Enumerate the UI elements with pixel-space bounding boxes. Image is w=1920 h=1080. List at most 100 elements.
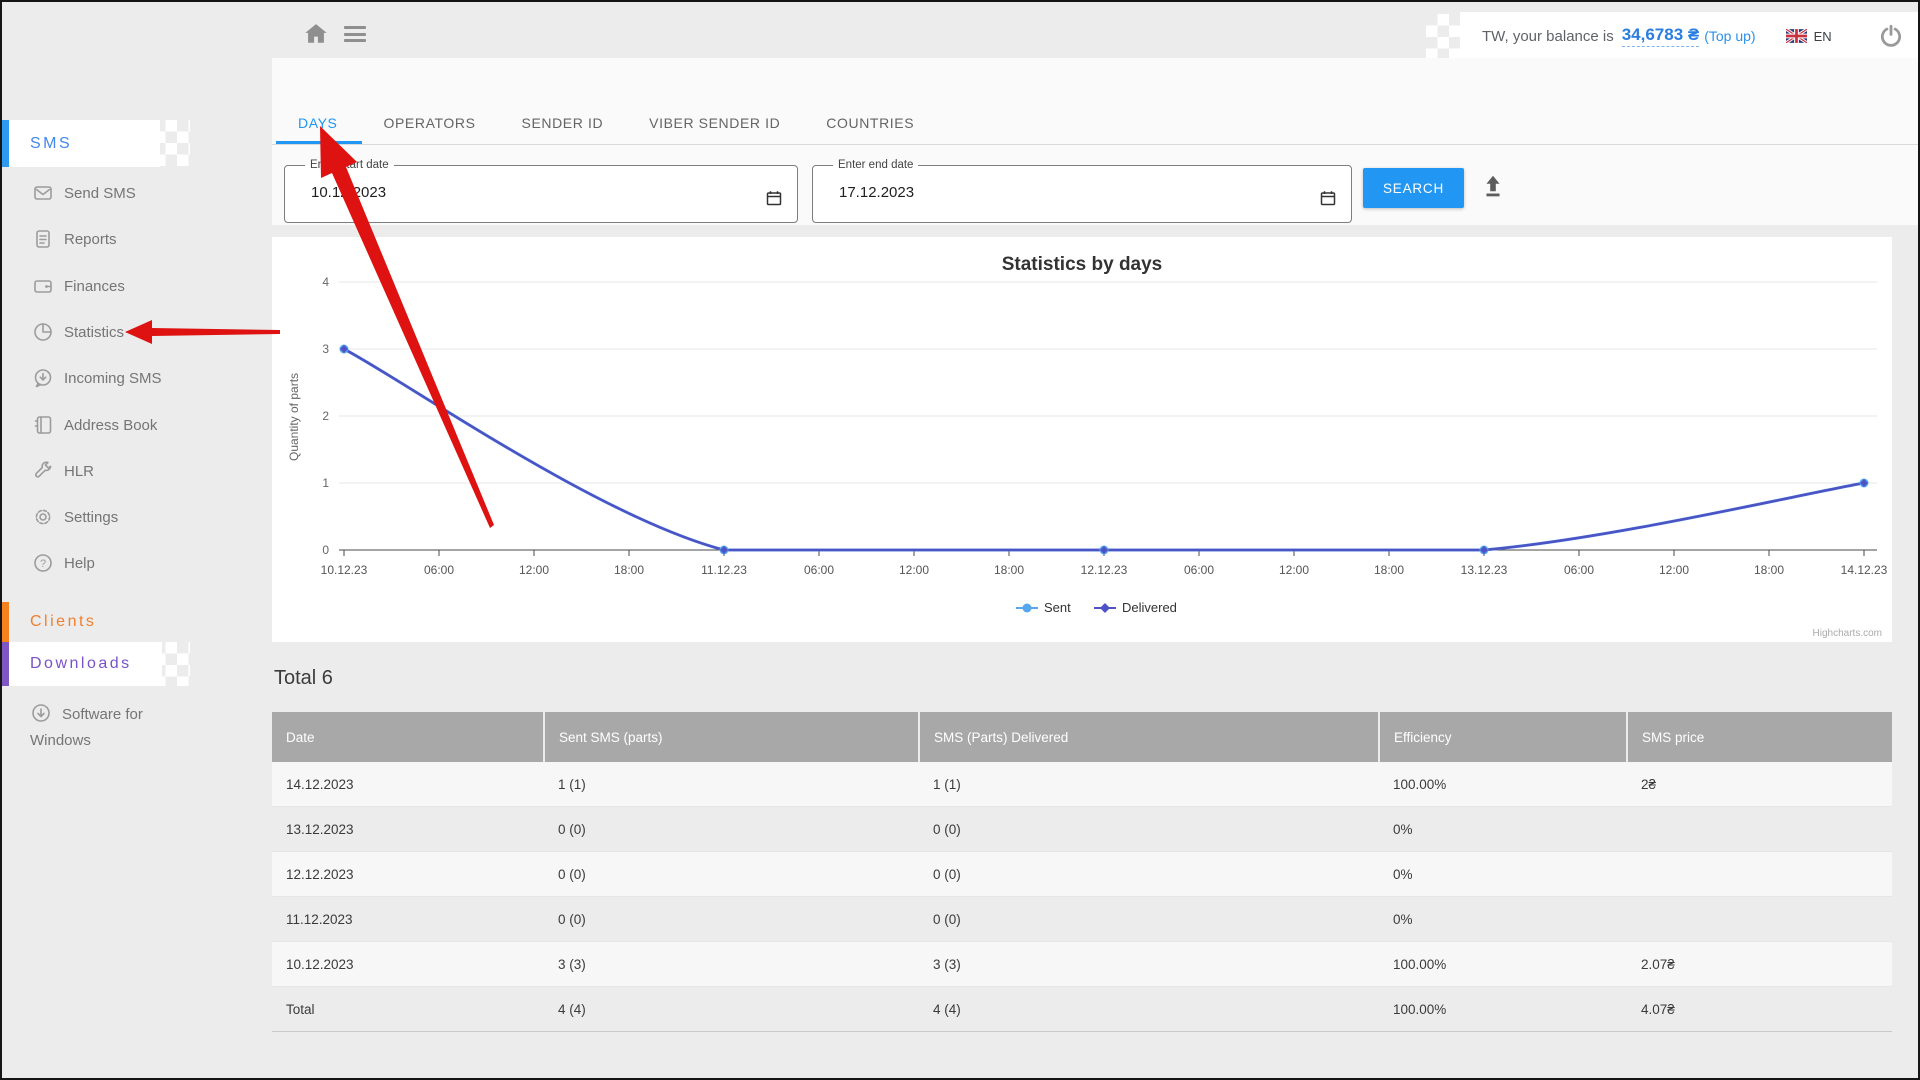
table-row: 10.12.20233 (3)3 (3)100.00%2.07₴ [272, 942, 1892, 987]
x-tick-label: 18:00 [994, 563, 1024, 577]
x-tick-label: 06:00 [1184, 563, 1214, 577]
balance-amount[interactable]: 34,6783 ₴ [1622, 25, 1700, 47]
uk-flag-icon [1786, 29, 1807, 43]
cell-date: 12.12.2023 [272, 852, 544, 897]
sidebar-section-label: SMS [30, 135, 72, 153]
end-date-label: Enter end date [833, 159, 918, 171]
checker-decoration [154, 120, 190, 166]
cell-date: Total [272, 987, 544, 1032]
cell-delivered: 0 (0) [919, 897, 1379, 942]
x-tick-label: 12:00 [899, 563, 929, 577]
sidebar-item-settings[interactable]: Settings [2, 494, 262, 540]
export-upload-icon[interactable] [1479, 173, 1507, 201]
start-date-field: Enter start date [284, 159, 798, 223]
cell-sent: 0 (0) [544, 807, 919, 852]
tab-viber-sender-id[interactable]: VIBER SENDER ID [649, 115, 780, 131]
cell-price [1627, 897, 1892, 942]
x-tick-label: 06:00 [804, 563, 834, 577]
power-icon[interactable] [1878, 23, 1904, 49]
active-section-bar [2, 120, 9, 167]
tab-days[interactable]: DAYS [298, 115, 338, 131]
sidebar-item-send-sms[interactable]: Send SMS [2, 170, 262, 216]
highcharts-credit: Highcharts.com [1813, 628, 1882, 639]
wallet-icon [32, 275, 54, 297]
cell-sent: 0 (0) [544, 852, 919, 897]
cell-efficiency: 100.00% [1379, 987, 1627, 1032]
statistics-tabs: DAYS OPERATORS SENDER ID VIBER SENDER ID… [298, 106, 914, 140]
cell-sent: 4 (4) [544, 987, 919, 1032]
sidebar-item-finances[interactable]: Finances [2, 263, 262, 309]
legend-item-sent[interactable]: Sent [1016, 600, 1071, 615]
sidebar-item-label: Help [64, 555, 95, 572]
sidebar-section-sms[interactable]: SMS [2, 120, 160, 167]
series-delivered-line [344, 349, 1864, 550]
cell-delivered: 3 (3) [919, 942, 1379, 987]
cell-sent: 0 (0) [544, 897, 919, 942]
sidebar-section-clients[interactable]: Clients [2, 602, 160, 642]
report-icon [32, 228, 54, 250]
hamburger-menu-icon[interactable] [344, 26, 366, 42]
sidebar-section-downloads[interactable]: Downloads [2, 642, 162, 686]
x-tick-label: 18:00 [1754, 563, 1784, 577]
cell-price: 2₴ [1627, 762, 1892, 807]
sidebar-item-help[interactable]: ? Help [2, 540, 262, 586]
statistics-by-days-chart: Statistics by daysQuantity of parts01234… [272, 237, 1892, 642]
legend-item-delivered[interactable]: Delivered [1094, 600, 1177, 615]
address-book-icon [32, 414, 54, 436]
pie-chart-icon [32, 321, 54, 343]
help-icon: ? [32, 552, 54, 574]
sidebar-item-reports[interactable]: Reports [2, 216, 262, 262]
tab-operators[interactable]: OPERATORS [384, 115, 476, 131]
tabs-divider [272, 144, 1920, 145]
x-tick-label: 11.12.23 [701, 563, 747, 577]
balance-panel: TW, your balance is 34,6783 ₴ (Top up) E… [1460, 12, 1920, 60]
downloads-section-bar [2, 642, 9, 686]
sidebar-section-label: Clients [30, 613, 96, 631]
x-tick-label: 06:00 [1564, 563, 1594, 577]
svg-text:Sent: Sent [1044, 600, 1071, 615]
end-date-field: Enter end date [812, 159, 1352, 223]
cell-price [1627, 807, 1892, 852]
cell-efficiency: 0% [1379, 852, 1627, 897]
cell-efficiency: 100.00% [1379, 942, 1627, 987]
column-header-efficiency: Efficiency [1379, 712, 1627, 762]
language-switch[interactable]: EN [1786, 29, 1832, 44]
home-icon[interactable] [302, 20, 330, 48]
cell-efficiency: 0% [1379, 897, 1627, 942]
table-row: 12.12.20230 (0)0 (0)0% [272, 852, 1892, 897]
sidebar-item-label: Finances [64, 278, 125, 295]
sidebar-item-address-book[interactable]: Address Book [2, 402, 262, 448]
cell-delivered: 1 (1) [919, 762, 1379, 807]
x-tick-label: 13.12.23 [1461, 563, 1508, 577]
clients-section-bar [2, 602, 9, 642]
x-tick-label: 12:00 [1279, 563, 1309, 577]
sidebar-item-software-for-windows[interactable]: Software for Windows [30, 702, 194, 754]
table-header-row: Date Sent SMS (parts) SMS (Parts) Delive… [272, 712, 1892, 762]
start-date-label: Enter start date [305, 159, 394, 171]
end-date-input[interactable] [837, 183, 1201, 202]
table-row: 11.12.20230 (0)0 (0)0% [272, 897, 1892, 942]
cell-date: 13.12.2023 [272, 807, 544, 852]
topup-link[interactable]: (Top up) [1704, 28, 1755, 44]
sidebar-item-statistics[interactable]: Statistics [2, 309, 262, 355]
tab-countries[interactable]: COUNTRIES [826, 115, 914, 131]
app-window: TW, your balance is 34,6783 ₴ (Top up) E… [0, 0, 1920, 1080]
start-date-input[interactable] [309, 183, 655, 202]
sidebar-item-label: Address Book [64, 417, 157, 434]
svg-text:Delivered: Delivered [1122, 600, 1177, 615]
sidebar-item-hlr[interactable]: HLR [2, 448, 262, 494]
search-button[interactable]: SEARCH [1363, 168, 1464, 208]
cell-sent: 3 (3) [544, 942, 919, 987]
checker-decoration [154, 642, 190, 686]
sidebar-item-incoming-sms[interactable]: Incoming SMS [2, 355, 262, 401]
calendar-icon[interactable] [1319, 189, 1337, 207]
tab-sender-id[interactable]: SENDER ID [522, 115, 604, 131]
cell-date: 11.12.2023 [272, 897, 544, 942]
sidebar-item-label: Send SMS [64, 185, 136, 202]
incoming-sms-icon [32, 367, 54, 389]
column-header-sent: Sent SMS (parts) [544, 712, 919, 762]
calendar-icon[interactable] [765, 189, 783, 207]
x-tick-label: 06:00 [424, 563, 454, 577]
table-total-count: Total 6 [274, 667, 333, 690]
cell-date: 14.12.2023 [272, 762, 544, 807]
